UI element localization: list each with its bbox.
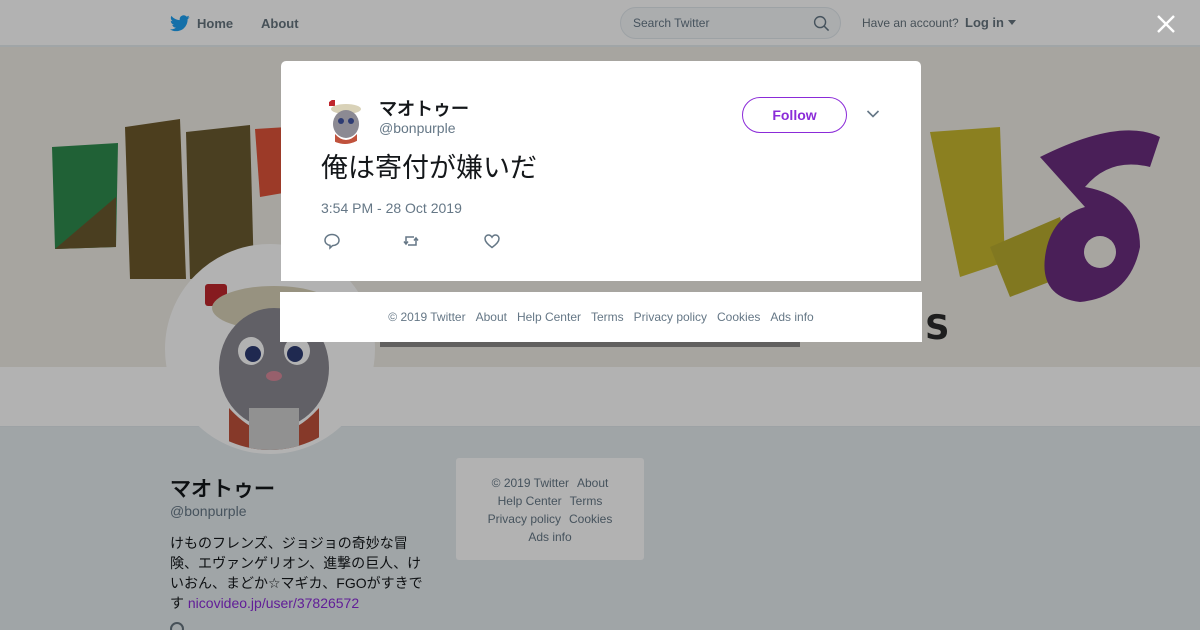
modal-footer-cookies[interactable]: Cookies xyxy=(717,310,760,324)
chevron-down-icon[interactable] xyxy=(866,109,880,119)
reply-icon[interactable] xyxy=(323,232,341,250)
tweet-modal: マオトゥー @bonpurple Follow 俺は寄付が嫌いだ 3:54 PM… xyxy=(281,61,921,281)
modal-footer-copyright: © 2019 Twitter xyxy=(388,310,466,324)
tweet-timestamp[interactable]: 3:54 PM - 28 Oct 2019 xyxy=(321,200,462,216)
close-icon[interactable] xyxy=(1155,13,1177,35)
modal-footer-ads[interactable]: Ads info xyxy=(770,310,813,324)
modal-footer-help[interactable]: Help Center xyxy=(517,310,581,324)
tweet-avatar-illustration xyxy=(321,96,369,144)
like-icon[interactable] xyxy=(483,232,501,250)
tweet-author-handle[interactable]: @bonpurple xyxy=(379,120,456,136)
tweet-avatar[interactable] xyxy=(321,96,369,144)
tweet-text: 俺は寄付が嫌いだ xyxy=(321,153,537,184)
modal-footer-privacy[interactable]: Privacy policy xyxy=(634,310,707,324)
modal-footer-terms[interactable]: Terms xyxy=(591,310,624,324)
follow-button[interactable]: Follow xyxy=(742,97,847,133)
modal-footer: © 2019 Twitter About Help Center Terms P… xyxy=(280,292,922,342)
retweet-icon[interactable] xyxy=(402,232,420,250)
modal-footer-about[interactable]: About xyxy=(476,310,507,324)
tweet-author-name[interactable]: マオトゥー xyxy=(379,95,469,121)
